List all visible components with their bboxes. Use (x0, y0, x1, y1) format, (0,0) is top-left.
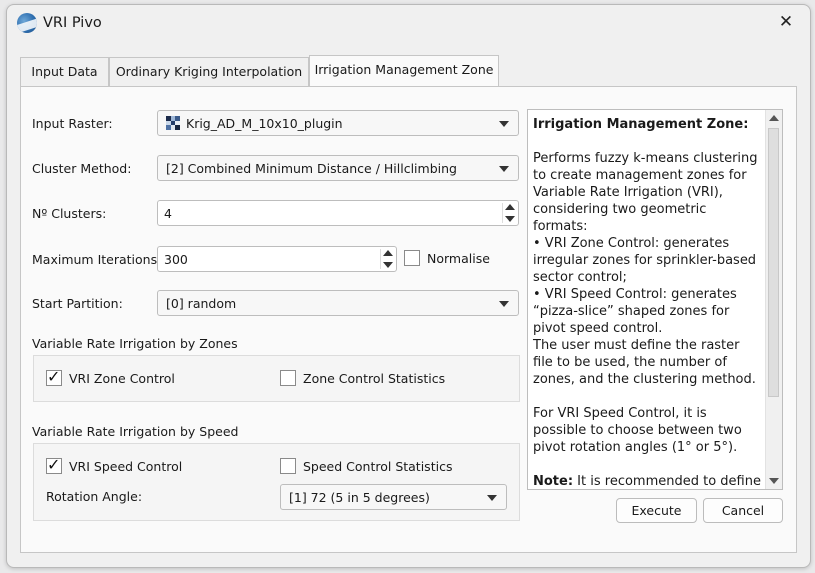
cancel-button[interactable]: Cancel (703, 498, 783, 523)
rotation-angle-value: [1] 72 (5 in 5 degrees) (289, 490, 430, 505)
spin-up-icon[interactable] (383, 250, 393, 256)
spin-separator (380, 249, 381, 269)
help-bullet-1: • VRI Zone Control: generates irregular … (533, 236, 757, 285)
help-textbox[interactable]: Irrigation Management Zone: Performs fuz… (527, 109, 783, 490)
vri-speed-control-checkbox[interactable]: ✓ (46, 455, 62, 474)
execute-button[interactable]: Execute (616, 498, 697, 523)
close-icon[interactable]: ✕ (776, 12, 796, 32)
help-paragraph-2: The user must define the raster file to … (533, 338, 756, 387)
tab-label: Input Data (31, 64, 98, 79)
max-iterations-label: Maximum Iterations: (32, 252, 162, 267)
chevron-down-icon (487, 495, 497, 501)
help-note-label: Note: (533, 474, 574, 489)
max-iterations-value: 300 (164, 252, 188, 267)
zone-control-stats-label: Zone Control Statistics (303, 371, 446, 386)
chevron-down-icon (499, 121, 509, 127)
tab-label: Ordinary Kriging Interpolation (115, 64, 303, 79)
help-paragraph-1: Performs fuzzy k-means clustering to cre… (533, 151, 758, 234)
chevron-down-icon (499, 166, 509, 172)
cluster-method-label: Cluster Method: (32, 161, 132, 176)
scroll-up-icon[interactable] (769, 115, 779, 121)
tab-ordinary-kriging[interactable]: Ordinary Kriging Interpolation (109, 57, 309, 86)
spin-up-icon[interactable] (505, 204, 515, 210)
checkmark-icon: ✓ (47, 455, 61, 474)
speed-group-title: Variable Rate Irrigation by Speed (32, 424, 239, 439)
start-partition-value: [0] random (166, 296, 237, 311)
globe-logo-icon (17, 13, 37, 33)
spin-down-icon[interactable] (383, 262, 393, 268)
help-heading: Irrigation Management Zone: (533, 117, 749, 132)
scroll-thumb[interactable] (768, 128, 779, 397)
start-partition-select[interactable]: [0] random (157, 290, 519, 316)
help-note: Note: It is recommended to define the nu… (533, 473, 763, 489)
help-scrollbar[interactable] (765, 110, 782, 489)
vri-zone-control-checkbox[interactable]: ✓ (46, 367, 62, 386)
n-clusters-value: 4 (164, 206, 172, 221)
window-title: VRI Pivo (43, 15, 102, 31)
vri-speed-control-label: VRI Speed Control (69, 459, 183, 474)
zone-control-stats-checkbox[interactable] (280, 370, 296, 386)
zones-groupbox: ✓ VRI Zone Control Zone Control Statisti… (33, 355, 520, 402)
n-clusters-spinbox[interactable]: 4 (157, 200, 519, 226)
speed-groupbox: ✓ VRI Speed Control Speed Control Statis… (33, 443, 520, 521)
cluster-method-value: [2] Combined Minimum Distance / Hillclim… (166, 161, 457, 176)
speed-control-stats-label: Speed Control Statistics (303, 459, 453, 474)
scroll-down-icon[interactable] (769, 478, 779, 484)
speed-control-stats-checkbox[interactable] (280, 458, 296, 474)
spin-down-icon[interactable] (505, 216, 515, 222)
max-iterations-spinbox[interactable]: 300 (157, 246, 397, 272)
spin-separator (502, 203, 503, 223)
n-clusters-label: Nº Clusters: (32, 206, 107, 221)
chevron-down-icon (499, 301, 509, 307)
help-bullet-2: • VRI Speed Control: generates “pizza-sl… (533, 287, 737, 336)
raster-layer-icon (166, 116, 180, 130)
title-bar: VRI Pivo ✕ (7, 5, 810, 43)
rotation-angle-select[interactable]: [1] 72 (5 in 5 degrees) (280, 484, 507, 510)
start-partition-label: Start Partition: (32, 296, 123, 311)
input-raster-label: Input Raster: (32, 116, 113, 131)
vri-zone-control-label: VRI Zone Control (69, 371, 175, 386)
input-raster-select[interactable]: Krig_AD_M_10x10_plugin (157, 110, 519, 136)
normalise-label: Normalise (427, 251, 490, 266)
tab-irrigation-management-zone[interactable]: Irrigation Management Zone (309, 55, 499, 86)
rotation-angle-label: Rotation Angle: (46, 489, 143, 504)
tab-label: Irrigation Management Zone (314, 62, 494, 77)
help-paragraph-3: For VRI Speed Control, it is possible to… (533, 406, 742, 455)
help-content: Irrigation Management Zone: Performs fuz… (533, 116, 763, 489)
normalise-checkbox[interactable] (404, 250, 420, 266)
zones-group-title: Variable Rate Irrigation by Zones (32, 336, 238, 351)
checkmark-icon: ✓ (47, 367, 61, 386)
input-raster-value: Krig_AD_M_10x10_plugin (186, 116, 343, 131)
cluster-method-select[interactable]: [2] Combined Minimum Distance / Hillclim… (157, 155, 519, 181)
tab-input-data[interactable]: Input Data (20, 57, 109, 86)
